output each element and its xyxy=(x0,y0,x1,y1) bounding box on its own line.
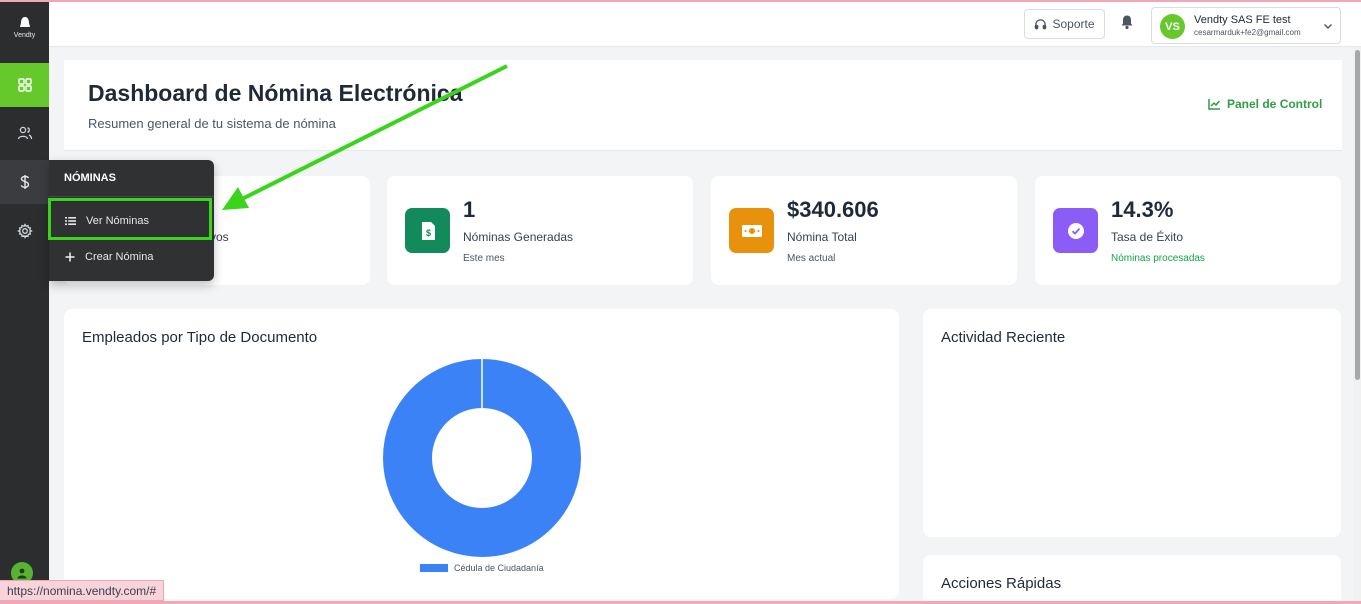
check-circle-icon xyxy=(1067,222,1084,239)
chevron-down-icon xyxy=(1324,24,1332,29)
stat-card-payrolls-generated: $ 1 Nóminas Generadas Este mes xyxy=(387,176,693,285)
legend-swatch xyxy=(420,564,448,572)
chart-legend[interactable]: Cédula de Ciudadanía xyxy=(420,563,544,573)
app-logo[interactable]: Vendty xyxy=(0,16,49,39)
dollar-icon xyxy=(20,175,29,189)
sidebar-item-payroll[interactable] xyxy=(0,160,49,204)
page-subtitle: Resumen general de tu sistema de nómina xyxy=(88,116,336,131)
bell-icon xyxy=(1121,15,1133,30)
quick-actions-card: Acciones Rápidas xyxy=(923,555,1341,604)
flyout-header: NÓMINAS xyxy=(64,172,116,184)
user-avatar: VS xyxy=(1160,14,1185,39)
user-menu[interactable]: VS Vendty SAS FE test cesarmarduk+fe2@gm… xyxy=(1151,7,1341,44)
employees-by-document-card: Empleados por Tipo de Documento Cédula d… xyxy=(64,309,899,599)
user-email: cesarmarduk+fe2@gmail.com xyxy=(1194,28,1301,37)
stat-label: Nóminas Generadas xyxy=(463,230,574,244)
notifications-button[interactable] xyxy=(1119,14,1135,36)
chart-title: Empleados por Tipo de Documento xyxy=(82,329,318,346)
logo-text: Vendty xyxy=(13,32,36,39)
legend-label: Cédula de Ciudadanía xyxy=(454,563,544,573)
stat-sub: Este mes xyxy=(463,253,505,264)
support-label: Soporte xyxy=(1052,17,1095,31)
stat-icon-bg xyxy=(1053,208,1098,253)
stat-value: $340.606 xyxy=(787,197,879,222)
stat-sub: Nóminas procesadas xyxy=(1111,253,1205,264)
sidebar-item-settings[interactable] xyxy=(0,209,49,253)
activity-title: Actividad Reciente xyxy=(941,329,1066,346)
stat-sub: Mes actual xyxy=(787,253,836,264)
page-header-card: Dashboard de Nómina Electrónica Resumen … xyxy=(64,60,1342,151)
users-icon xyxy=(17,126,32,140)
stat-icon-bg: $ xyxy=(405,208,450,253)
browser-status-url: https://nomina.vendty.com/# xyxy=(0,580,165,601)
top-header: Soporte VS Vendty SAS FE test cesarmardu… xyxy=(49,2,1361,47)
plus-icon xyxy=(65,252,75,262)
support-button[interactable]: Soporte xyxy=(1024,9,1105,39)
headset-icon xyxy=(1035,18,1047,29)
money-bill-icon xyxy=(741,224,762,237)
document-dollar-icon: $ xyxy=(421,221,435,240)
stat-icon-bg xyxy=(729,208,774,253)
gear-icon xyxy=(16,223,33,239)
svg-text:$: $ xyxy=(425,228,430,238)
stat-value: 1 xyxy=(463,197,476,222)
annotation-highlight-box xyxy=(48,198,212,240)
quick-actions-title: Acciones Rápidas xyxy=(941,575,1062,592)
panel-control-label: Panel de Control xyxy=(1227,97,1323,111)
stat-value: 14.3% xyxy=(1111,197,1174,222)
user-icon xyxy=(17,568,27,579)
stat-card-payroll-total: $340.606 Nómina Total Mes actual xyxy=(711,176,1017,285)
page-title: Dashboard de Nómina Electrónica xyxy=(88,80,463,106)
panel-control-link[interactable]: Panel de Control xyxy=(1208,97,1322,111)
vendty-logo-icon xyxy=(19,17,30,27)
recent-activity-card: Actividad Reciente xyxy=(923,309,1341,537)
sidebar-item-dashboard[interactable] xyxy=(0,63,49,107)
sidebar: Vendty xyxy=(0,2,49,602)
stat-card-success-rate: 14.3% Tasa de Éxito Nóminas procesadas xyxy=(1035,176,1341,285)
sidebar-item-employees[interactable] xyxy=(0,111,49,155)
grid-icon xyxy=(17,78,32,92)
line-chart-icon xyxy=(1208,99,1221,110)
stat-label: Nómina Total xyxy=(787,230,857,244)
user-name: Vendty SAS FE test xyxy=(1194,14,1291,26)
menu-item-crear-nomina[interactable]: Crear Nómina xyxy=(49,242,214,272)
stat-label: Tasa de Éxito xyxy=(1111,230,1184,244)
page-scrollbar-thumb[interactable] xyxy=(1355,50,1360,380)
menu-item-label: Crear Nómina xyxy=(85,251,154,263)
flyout-divider xyxy=(49,196,214,197)
donut-chart xyxy=(383,359,581,557)
